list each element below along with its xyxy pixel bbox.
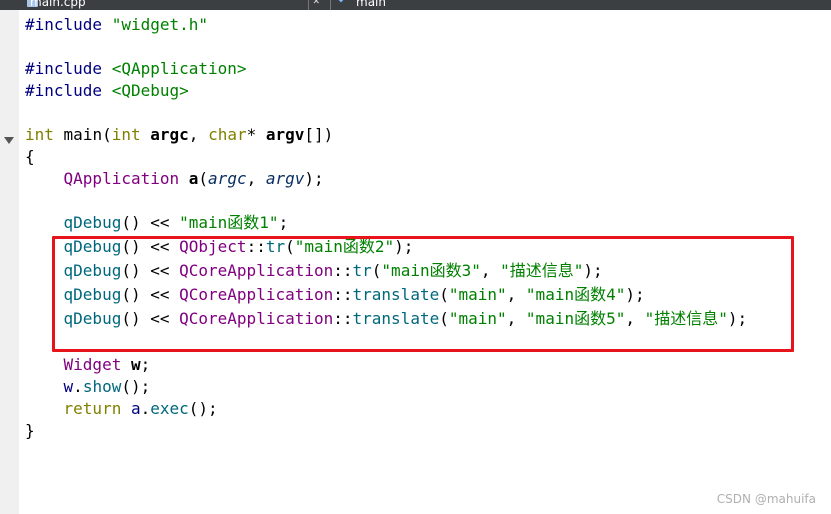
code-line: #include <QDebug> <box>25 80 189 102</box>
editor-tab-bar: main.cpp ▾ ✕ ◆ main <box>0 0 831 10</box>
close-icon[interactable]: ✕ <box>313 0 320 7</box>
editor-gutter <box>0 10 19 514</box>
parameter: argv <box>265 125 305 144</box>
code-line: return a.exec(); <box>25 398 218 420</box>
keyword: char <box>208 125 247 144</box>
code-line: } <box>25 421 35 440</box>
keyword: int <box>25 125 54 144</box>
operator: () << <box>121 213 180 232</box>
code-line: w.show(); <box>25 376 151 398</box>
function-icon: ◆ <box>338 0 344 5</box>
variable: w <box>130 355 141 374</box>
punctuation: ; <box>140 355 151 374</box>
punctuation: []) <box>304 125 334 144</box>
code-line: int main(int argc, char* argv[]) <box>25 124 333 146</box>
highlight-annotation-box <box>52 236 794 352</box>
code-line: { <box>25 147 35 166</box>
type-name: Widget <box>63 355 122 374</box>
code-editor-window: main.cpp ▾ ✕ ◆ main #include "widget.h" … <box>0 0 831 514</box>
punctuation: ; <box>278 213 289 232</box>
function-call: exec <box>150 399 189 418</box>
parameter: argc <box>150 125 189 144</box>
code-line: QApplication a(argc, argv); <box>25 168 324 190</box>
code-line: #include "widget.h" <box>25 14 208 36</box>
punctuation: , <box>188 125 209 144</box>
code-line: #include <QApplication> <box>25 58 247 80</box>
include-path: <QApplication> <box>111 59 247 78</box>
include-path: <QDebug> <box>111 81 189 100</box>
string-literal: "main函数1" <box>179 213 279 232</box>
function-call: show <box>82 377 122 396</box>
code-line: Widget w; <box>25 354 151 376</box>
function-name: main <box>63 125 103 144</box>
punctuation: ( <box>198 169 209 188</box>
variable: a <box>121 399 141 418</box>
preprocessor-directive: #include <box>25 15 103 34</box>
variable: w <box>63 377 74 396</box>
punctuation: (); <box>188 399 218 418</box>
preprocessor-directive: #include <box>25 81 103 100</box>
preprocessor-directive: #include <box>25 59 103 78</box>
punctuation: ); <box>304 169 324 188</box>
tab-divider <box>308 0 309 10</box>
keyword: int <box>111 125 141 144</box>
tab-main-cpp[interactable]: main.cpp <box>30 0 86 10</box>
watermark: CSDN @mahuifa <box>716 492 816 506</box>
variable: a <box>188 169 199 188</box>
punctuation: * <box>246 125 266 144</box>
function-selector[interactable]: main <box>356 0 386 10</box>
punctuation: (); <box>121 377 151 396</box>
type-name: QApplication <box>63 169 180 188</box>
argument: argv <box>265 169 305 188</box>
code-line: qDebug() << "main函数1"; <box>25 212 289 234</box>
tab-divider <box>330 0 331 10</box>
function-call: qDebug <box>63 213 122 232</box>
punctuation: . <box>140 399 151 418</box>
punctuation: . <box>73 377 83 396</box>
fold-arrow-icon[interactable] <box>4 137 14 144</box>
punctuation: ( <box>102 125 112 144</box>
argument: argc <box>208 169 247 188</box>
chevron-down-icon[interactable]: ▾ <box>295 0 301 4</box>
keyword: return <box>63 399 122 418</box>
punctuation: , <box>246 169 266 188</box>
include-path: "widget.h" <box>111 15 209 34</box>
